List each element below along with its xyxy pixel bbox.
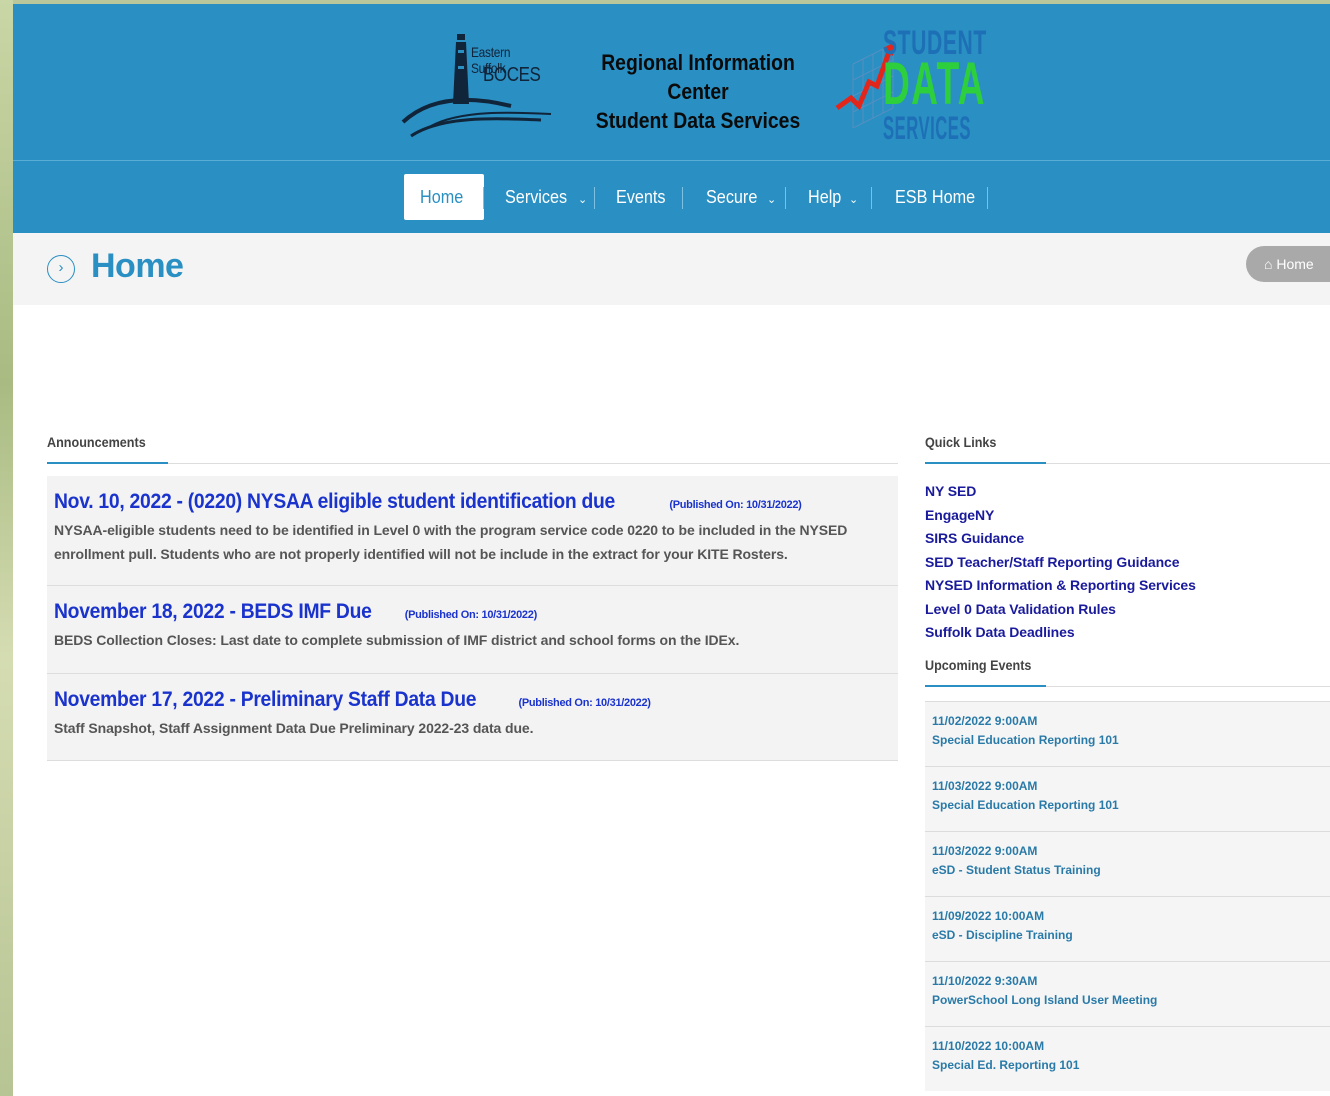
event-item[interactable]: 11/03/2022 9:00AM eSD - Student Status T… <box>925 831 1330 896</box>
nav-separator <box>987 187 988 209</box>
announcement-item: November 18, 2022 - BEDS IMF Due (Publis… <box>47 586 898 674</box>
nav-esb-home[interactable]: ESB Home <box>879 174 1000 220</box>
quick-links-heading: Quick Links <box>925 434 997 450</box>
nav-separator <box>682 187 683 209</box>
event-date: 11/10/2022 9:30AM <box>932 974 1038 988</box>
nav-separator <box>871 187 872 209</box>
site-container: Eastern Suffolk BOCES Regional Informati… <box>13 4 1330 1096</box>
event-title[interactable]: PowerSchool Long Island User Meeting <box>932 993 1323 1007</box>
quick-link-level0-rules[interactable]: Level 0 Data Validation Rules <box>925 598 1330 622</box>
announcement-title[interactable]: Nov. 10, 2022 - (0220) NYSAA eligible st… <box>54 490 886 514</box>
nav-events[interactable]: Events <box>600 174 687 220</box>
event-item[interactable]: 11/10/2022 9:30AM PowerSchool Long Islan… <box>925 961 1330 1026</box>
announcement-published: (Published On: 10/31/2022) <box>404 609 538 621</box>
student-data-services-logo[interactable]: STUDENT DATA SERVICES <box>833 24 989 146</box>
event-date: 11/03/2022 9:00AM <box>932 844 1038 858</box>
upcoming-events-heading: Upcoming Events <box>925 657 1032 673</box>
quick-link-sed-teacher-staff[interactable]: SED Teacher/Staff Reporting Guidance <box>925 551 1330 575</box>
page-background <box>0 0 13 1096</box>
announcements-heading: Announcements <box>47 434 146 450</box>
announcement-item: Nov. 10, 2022 - (0220) NYSAA eligible st… <box>47 476 898 586</box>
quick-link-sirs-guidance[interactable]: SIRS Guidance <box>925 527 1330 551</box>
announcement-item: November 17, 2022 - Preliminary Staff Da… <box>47 674 898 761</box>
event-date: 11/09/2022 10:00AM <box>932 909 1045 923</box>
chevron-down-icon: ⌄ <box>578 194 588 206</box>
nav-home[interactable]: Home <box>404 174 485 220</box>
quick-link-suffolk-deadlines[interactable]: Suffolk Data Deadlines <box>925 621 1330 645</box>
announcement-published: (Published On: 10/31/2022) <box>518 697 651 709</box>
nav-separator <box>594 187 595 209</box>
announcements-divider <box>47 463 898 464</box>
announcement-body: NYSAA-eligible students need to be ident… <box>54 522 848 562</box>
announcement-body: Staff Snapshot, Staff Assignment Data Du… <box>54 720 534 736</box>
event-date: 11/02/2022 9:00AM <box>932 714 1038 728</box>
quick-link-nysed-info-reporting[interactable]: NYSED Information & Reporting Services <box>925 574 1330 598</box>
event-item[interactable]: 11/10/2022 10:00AM Special Ed. Reporting… <box>925 1026 1330 1091</box>
event-item[interactable]: 11/02/2022 9:00AM Special Education Repo… <box>925 701 1330 766</box>
event-title[interactable]: Special Education Reporting 101 <box>932 733 1323 747</box>
site-title: Regional Information Center Student Data… <box>579 48 817 135</box>
quick-link-engageny[interactable]: EngageNY <box>925 504 1330 528</box>
chevron-down-icon: ⌄ <box>767 194 777 206</box>
upcoming-events-accent <box>925 685 1046 687</box>
quick-links-accent <box>925 462 1046 464</box>
event-title[interactable]: Special Education Reporting 101 <box>932 798 1323 812</box>
home-icon: ⌂ <box>1264 256 1273 272</box>
announcement-title[interactable]: November 17, 2022 - Preliminary Staff Da… <box>54 688 886 712</box>
event-date: 11/10/2022 10:00AM <box>932 1039 1045 1053</box>
nav-help[interactable]: Help ⌄ <box>792 174 874 220</box>
site-header: Eastern Suffolk BOCES Regional Informati… <box>13 4 1330 160</box>
boces-logo[interactable]: Eastern Suffolk BOCES <box>401 26 555 142</box>
main-nav: Home Services ⌄ Events Secure ⌄ Help ⌄ ESB … <box>13 161 1330 233</box>
announcement-body: BEDS Collection Closes: Last date to com… <box>54 632 740 648</box>
nav-separator <box>483 187 484 209</box>
breadcrumb-home: Home <box>1276 256 1314 272</box>
announcement-title[interactable]: November 18, 2022 - BEDS IMF Due (Publis… <box>54 600 886 624</box>
logo-word-data: DATA <box>883 50 986 117</box>
page-title-bar: › Home ⌂ Home <box>13 233 1330 305</box>
announcements-list: Nov. 10, 2022 - (0220) NYSAA eligible st… <box>47 476 898 761</box>
event-title[interactable]: eSD - Student Status Training <box>932 863 1323 877</box>
event-title[interactable]: eSD - Discipline Training <box>932 928 1323 942</box>
page-title: Home <box>91 247 184 285</box>
quick-link-ny-sed[interactable]: NY SED <box>925 480 1330 504</box>
breadcrumb[interactable]: ⌂ Home <box>1246 246 1330 282</box>
nav-services[interactable]: Services ⌄ <box>489 174 603 220</box>
quick-links-list: NY SED EngageNY SIRS Guidance SED Teache… <box>925 480 1330 645</box>
event-item[interactable]: 11/09/2022 10:00AM eSD - Discipline Trai… <box>925 896 1330 961</box>
boces-logo-line2: BOCES <box>483 64 541 86</box>
chevron-right-circle-icon: › <box>47 255 75 283</box>
announcements-accent <box>47 462 168 464</box>
logo-word-services: SERVICES <box>883 110 972 146</box>
site-title-line1: Regional Information Center <box>601 50 795 104</box>
nav-secure[interactable]: Secure ⌄ <box>690 174 792 220</box>
site-title-line2: Student Data Services <box>595 108 801 133</box>
upcoming-events-list: 11/02/2022 9:00AM Special Education Repo… <box>925 701 1330 1091</box>
event-title[interactable]: Special Ed. Reporting 101 <box>932 1058 1323 1072</box>
announcement-published: (Published On: 10/31/2022) <box>669 499 802 511</box>
chevron-down-icon: ⌄ <box>849 194 859 206</box>
event-date: 11/03/2022 9:00AM <box>932 779 1038 793</box>
nav-separator <box>785 187 786 209</box>
event-item[interactable]: 11/03/2022 9:00AM Special Education Repo… <box>925 766 1330 831</box>
